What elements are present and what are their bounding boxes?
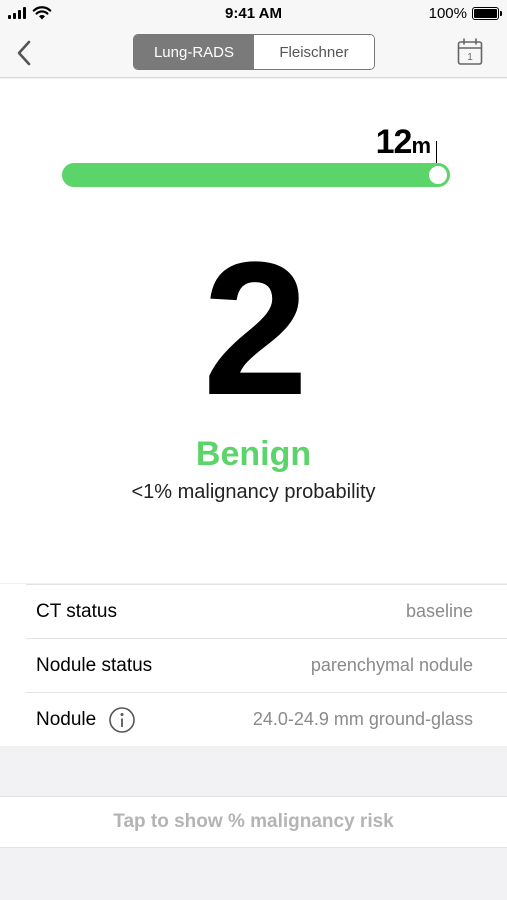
followup-slider: 12m — [62, 123, 450, 193]
detail-value: baseline — [405, 601, 473, 621]
slider-value: 12 — [375, 123, 413, 161]
guideline-segmented-control: Lung-RADS Fleischner — [133, 34, 375, 70]
detail-row-nodule-status[interactable]: Nodule status parenchymal nodule — [26, 638, 507, 692]
status-right: 100% — [428, 5, 502, 22]
show-malignancy-risk-button[interactable]: Tap to show % malignancy risk — [0, 796, 507, 848]
calendar-icon: 1 — [457, 38, 483, 65]
slider-tick — [435, 141, 437, 165]
segment-lung-rads[interactable]: Lung-RADS — [134, 35, 254, 69]
status-bar: 9:41 AM 100% — [0, 0, 507, 28]
lung-rads-score: 2 — [202, 223, 309, 435]
app-screen: 9:41 AM 100% Lung-RADS Fleischner 1 12m … — [0, 0, 507, 900]
slider-unit: m — [411, 133, 431, 158]
detail-label: Nodule — [36, 706, 136, 734]
detail-row-ct-status[interactable]: CT status baseline — [26, 584, 507, 638]
detail-value: 24.0-24.9 mm ground-glass — [252, 709, 473, 729]
slider-thumb[interactable] — [429, 166, 447, 184]
battery-percent: 100% — [428, 5, 467, 22]
slider-track[interactable] — [62, 163, 450, 187]
show-malignancy-risk-label: Tap to show % malignancy risk — [113, 811, 394, 832]
segment-fleischner[interactable]: Fleischner — [254, 35, 374, 69]
info-icon[interactable] — [108, 706, 136, 734]
calendar-day: 1 — [467, 52, 473, 63]
detail-label: CT status — [36, 600, 117, 622]
calendar-button[interactable]: 1 — [457, 38, 483, 66]
slider-value-label: 12m — [375, 123, 431, 162]
result-category: Benign — [195, 435, 312, 473]
back-button[interactable] — [12, 38, 40, 68]
battery-icon — [472, 7, 502, 20]
detail-label: Nodule status — [36, 654, 153, 676]
chevron-left-icon — [17, 40, 31, 66]
nav-bar: Lung-RADS Fleischner 1 — [0, 28, 507, 78]
detail-value: parenchymal nodule — [310, 655, 473, 675]
slider-fill — [62, 163, 450, 187]
details-list: CT status baseline Nodule status parench… — [0, 584, 507, 746]
detail-row-nodule[interactable]: Nodule 24.0-24.9 mm ground-glass — [26, 692, 507, 746]
malignancy-probability: <1% malignancy probability — [131, 481, 376, 503]
result-panel: 12m 2 Benign <1% malignancy probability — [0, 79, 507, 583]
